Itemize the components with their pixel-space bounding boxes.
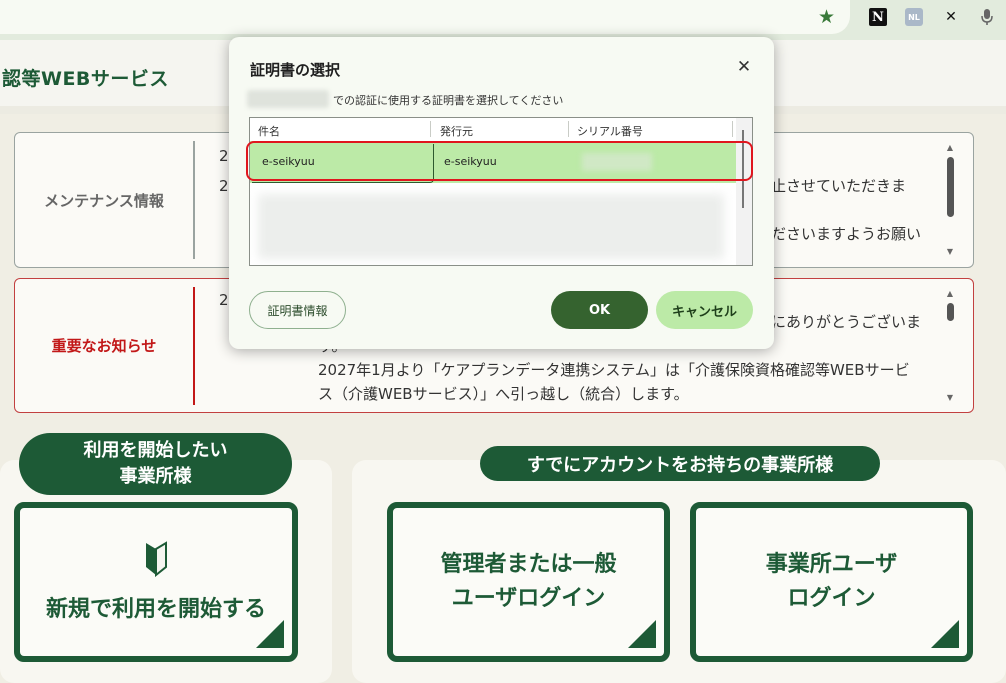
news-text: ス（介護WEBサービス）」へ引っ越し（統合）します。: [318, 385, 689, 403]
ok-button[interactable]: OK: [551, 291, 648, 329]
new-registration-label: 新規で利用を開始する: [45, 597, 266, 622]
news-scrollbar[interactable]: ▲ ▼: [945, 289, 955, 405]
beginner-mark-icon: [146, 541, 167, 577]
x-extension-icon[interactable]: ✕: [942, 8, 960, 26]
new-registration-card[interactable]: 新規で利用を開始する: [14, 502, 298, 662]
divider: [193, 287, 195, 405]
dialog-title: 証明書の選択: [250, 61, 341, 79]
certificate-info-button[interactable]: 証明書情報: [249, 291, 346, 329]
cancel-button[interactable]: キャンセル: [656, 291, 753, 329]
certificate-dialog: 証明書の選択 ✕ での認証に使用する証明書を選択してください 件名 発行元 シリ…: [229, 37, 774, 349]
maintenance-label: メンテナンス情報: [44, 191, 164, 210]
redacted-host: [247, 90, 329, 108]
news-text: 2: [219, 291, 229, 309]
account-heading-text: すでにアカウントをお持ちの事業所様: [526, 454, 834, 476]
notion-extension-icon[interactable]: N: [869, 8, 887, 26]
divider: [193, 141, 195, 259]
maintenance-text: ださいますようお願い: [771, 225, 922, 243]
news-text: 2027年1月より「ケアプランデータ連携システム」は「介護保険資格確認等WEBサ…: [318, 361, 910, 379]
office-user-login-label: ログイン: [787, 586, 876, 611]
table-header: 件名 発行元 シリアル番号: [250, 118, 736, 140]
account-heading-pill: すでにアカウントをお持ちの事業所様: [480, 446, 880, 481]
redacted-rows: [258, 194, 724, 259]
maintenance-scrollbar[interactable]: ▲ ▼: [945, 143, 955, 259]
admin-login-card[interactable]: 管理者または一般 ユーザログイン: [387, 502, 670, 662]
corner-arrow-icon: [628, 620, 656, 648]
corner-arrow-icon: [256, 620, 284, 648]
dialog-subtitle: での認証に使用する証明書を選択してください: [333, 94, 564, 107]
start-heading-pill: 利用を開始したい 事業所様: [19, 433, 292, 495]
column-divider: [568, 121, 569, 137]
column-divider: [430, 121, 431, 137]
column-subject[interactable]: 件名: [258, 123, 280, 139]
close-icon[interactable]: ✕: [734, 57, 754, 77]
admin-login-label: 管理者または一般: [440, 552, 617, 577]
column-serial[interactable]: シリアル番号: [577, 123, 643, 139]
maintenance-text: 2: [219, 177, 229, 195]
microphone-icon[interactable]: [978, 8, 996, 26]
selection-highlight: [246, 141, 753, 181]
certificate-table: 件名 発行元 シリアル番号 e-seikyuu e-seikyuu: [249, 117, 753, 266]
browser-toolbar: ★ N NL ✕: [0, 0, 1006, 40]
column-divider: [732, 121, 733, 137]
news-label: 重要なお知らせ: [51, 337, 157, 355]
bookmark-star-icon[interactable]: ★: [818, 6, 835, 28]
address-bar[interactable]: [0, 0, 850, 34]
column-issuer[interactable]: 発行元: [440, 123, 473, 139]
maintenance-text: 2: [219, 147, 229, 165]
office-user-login-label: 事業所ユーザ: [765, 552, 898, 577]
office-user-login-card[interactable]: 事業所ユーザ ログイン: [690, 502, 973, 662]
maintenance-text: 止させていただきま: [771, 177, 907, 195]
news-text: にありがとうございま: [771, 313, 922, 331]
corner-arrow-icon: [931, 620, 959, 648]
start-heading-text: 利用を開始したい 事業所様: [83, 440, 228, 487]
admin-login-label: ユーザログイン: [451, 586, 606, 611]
nl-extension-icon[interactable]: NL: [905, 8, 923, 26]
page-title: 認等WEBサービス: [2, 68, 169, 90]
